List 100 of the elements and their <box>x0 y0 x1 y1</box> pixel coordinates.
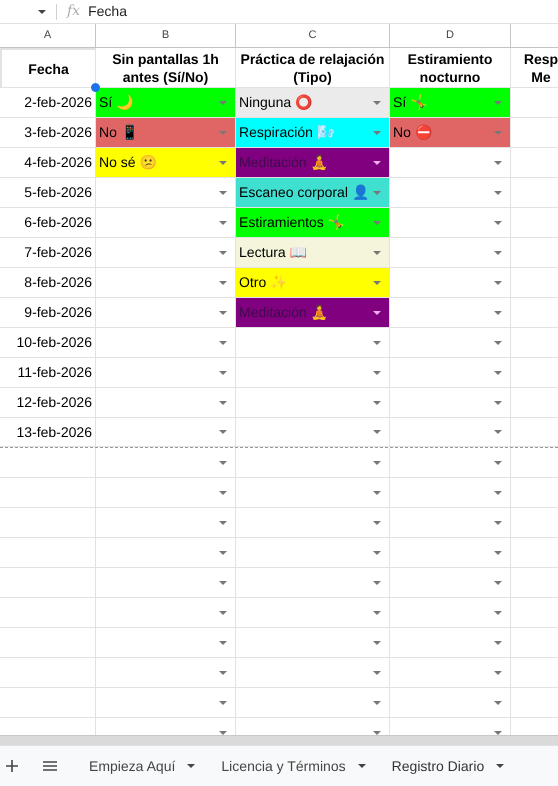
dropdown-arrow-icon[interactable] <box>494 610 502 614</box>
dropdown-arrow-icon[interactable] <box>219 580 227 584</box>
dropdown-arrow-icon[interactable] <box>373 250 381 254</box>
dropdown-arrow-icon[interactable] <box>494 580 502 584</box>
dropdown-cell[interactable]: Otro ✨ <box>236 268 390 298</box>
dropdown-cell[interactable]: No sé 😕 <box>96 148 236 178</box>
dropdown-arrow-icon[interactable] <box>219 700 227 704</box>
dropdown-arrow-icon[interactable] <box>219 400 227 404</box>
dropdown-cell[interactable] <box>236 358 390 388</box>
dropdown-arrow-icon[interactable] <box>494 430 502 434</box>
dropdown-cell[interactable] <box>390 178 511 208</box>
dropdown-arrow-icon[interactable] <box>373 430 381 434</box>
dropdown-cell[interactable] <box>390 628 511 658</box>
dropdown-cell[interactable]: Ninguna ⭕ <box>236 88 390 118</box>
dropdown-arrow-icon[interactable] <box>219 490 227 494</box>
column-header[interactable]: C <box>236 24 390 48</box>
dropdown-cell[interactable] <box>96 268 236 298</box>
column-header[interactable]: D <box>390 24 511 48</box>
dropdown-cell[interactable] <box>390 148 511 178</box>
dropdown-arrow-icon[interactable] <box>494 730 502 734</box>
dropdown-cell[interactable] <box>96 538 236 568</box>
dropdown-arrow-icon[interactable] <box>219 610 227 614</box>
dropdown-cell[interactable] <box>390 538 511 568</box>
dropdown-cell[interactable] <box>96 208 236 238</box>
dropdown-cell[interactable] <box>236 448 390 478</box>
dropdown-arrow-icon[interactable] <box>373 160 381 164</box>
dropdown-cell[interactable] <box>96 298 236 328</box>
dropdown-arrow-icon[interactable] <box>219 250 227 254</box>
dropdown-arrow-icon[interactable] <box>373 730 381 734</box>
dropdown-arrow-icon[interactable] <box>358 764 366 768</box>
dropdown-cell[interactable] <box>96 328 236 358</box>
dropdown-cell[interactable] <box>96 628 236 658</box>
dropdown-cell[interactable] <box>390 208 511 238</box>
dropdown-cell[interactable] <box>390 658 511 688</box>
dropdown-cell[interactable]: Sí 🤸 <box>390 88 511 118</box>
dropdown-arrow-icon[interactable] <box>373 370 381 374</box>
dropdown-arrow-icon[interactable] <box>219 670 227 674</box>
dropdown-cell[interactable] <box>236 328 390 358</box>
dropdown-cell[interactable] <box>390 448 511 478</box>
dropdown-cell[interactable] <box>390 478 511 508</box>
dropdown-cell[interactable] <box>390 688 511 718</box>
dropdown-arrow-icon[interactable] <box>219 460 227 464</box>
dropdown-cell[interactable]: Lectura 📖 <box>236 238 390 268</box>
dropdown-cell[interactable]: Escaneo corporal 👤 <box>236 178 390 208</box>
dropdown-cell[interactable] <box>390 598 511 628</box>
dropdown-cell[interactable] <box>390 238 511 268</box>
dropdown-arrow-icon[interactable] <box>219 640 227 644</box>
dropdown-arrow-icon[interactable] <box>219 160 227 164</box>
dropdown-arrow-icon[interactable] <box>373 610 381 614</box>
dropdown-cell[interactable] <box>236 598 390 628</box>
dropdown-cell[interactable]: No 📱 <box>96 118 236 148</box>
dropdown-cell[interactable] <box>96 358 236 388</box>
dropdown-arrow-icon[interactable] <box>494 220 502 224</box>
dropdown-cell[interactable] <box>390 388 511 418</box>
dropdown-arrow-icon[interactable] <box>373 280 381 284</box>
dropdown-arrow-icon[interactable] <box>373 580 381 584</box>
dropdown-cell[interactable] <box>96 598 236 628</box>
dropdown-arrow-icon[interactable] <box>219 730 227 734</box>
dropdown-cell[interactable] <box>236 538 390 568</box>
dropdown-arrow-icon[interactable] <box>494 520 502 524</box>
dropdown-cell[interactable] <box>96 568 236 598</box>
dropdown-arrow-icon[interactable] <box>494 340 502 344</box>
dropdown-arrow-icon[interactable] <box>373 520 381 524</box>
dropdown-cell[interactable]: Sí 🌙 <box>96 88 236 118</box>
add-sheet-icon[interactable] <box>6 760 18 772</box>
dropdown-cell[interactable]: Estiramientos 🤸 <box>236 208 390 238</box>
dropdown-cell[interactable] <box>96 448 236 478</box>
dropdown-arrow-icon[interactable] <box>219 220 227 224</box>
dropdown-arrow-icon[interactable] <box>373 340 381 344</box>
dropdown-arrow-icon[interactable] <box>494 400 502 404</box>
dropdown-arrow-icon[interactable] <box>373 490 381 494</box>
dropdown-cell[interactable] <box>236 688 390 718</box>
dropdown-cell[interactable] <box>236 388 390 418</box>
dropdown-arrow-icon[interactable] <box>494 310 502 314</box>
dropdown-arrow-icon[interactable] <box>494 460 502 464</box>
dropdown-cell[interactable] <box>96 688 236 718</box>
dropdown-arrow-icon[interactable] <box>494 640 502 644</box>
dropdown-cell[interactable]: No ⛔ <box>390 118 511 148</box>
dropdown-arrow-icon[interactable] <box>494 550 502 554</box>
dropdown-cell[interactable] <box>390 268 511 298</box>
dropdown-arrow-icon[interactable] <box>219 280 227 284</box>
dropdown-arrow-icon[interactable] <box>219 430 227 434</box>
dropdown-arrow-icon[interactable] <box>373 640 381 644</box>
dropdown-cell[interactable] <box>390 328 511 358</box>
dropdown-cell[interactable] <box>390 418 511 447</box>
dropdown-arrow-icon[interactable] <box>494 700 502 704</box>
dropdown-cell[interactable]: Meditación 🧘 <box>236 298 390 328</box>
dropdown-cell[interactable]: Meditación 🧘 <box>236 148 390 178</box>
menu-icon[interactable] <box>43 761 57 771</box>
selection-handle[interactable] <box>91 83 100 92</box>
dropdown-arrow-icon[interactable] <box>373 310 381 314</box>
dropdown-cell[interactable] <box>390 568 511 598</box>
dropdown-cell[interactable]: Respiración 🌬 <box>236 118 390 148</box>
dropdown-cell[interactable] <box>236 478 390 508</box>
dropdown-arrow-icon[interactable] <box>219 520 227 524</box>
dropdown-cell[interactable] <box>236 658 390 688</box>
dropdown-arrow-icon[interactable] <box>494 190 502 194</box>
horizontal-scrollbar[interactable] <box>0 735 558 745</box>
dropdown-cell[interactable] <box>96 418 236 447</box>
dropdown-arrow-icon[interactable] <box>494 160 502 164</box>
